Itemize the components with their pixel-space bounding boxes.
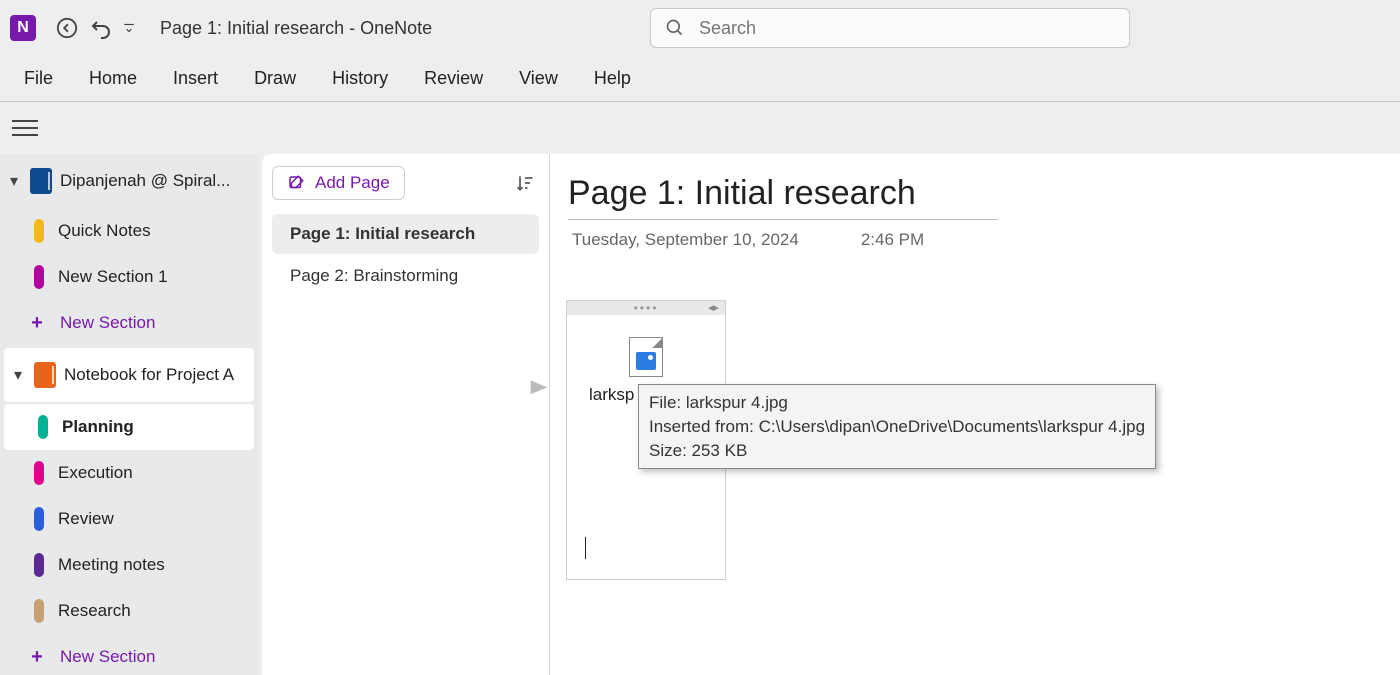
plus-icon: + <box>28 312 46 335</box>
undo-button[interactable] <box>84 11 118 45</box>
plus-icon: + <box>28 646 46 669</box>
title-bar: N Page 1: Initial research - OneNote <box>0 0 1400 56</box>
section-planning[interactable]: Planning <box>4 404 254 450</box>
drag-handle[interactable]: •••• ◂▸ <box>567 301 725 315</box>
section-label: Quick Notes <box>58 221 151 241</box>
search-icon <box>665 18 685 38</box>
menu-help[interactable]: Help <box>594 68 631 89</box>
notebook-spiral[interactable]: ▾ Dipanjenah @ Spiral... <box>0 154 258 208</box>
notebook-sidebar: ▾ Dipanjenah @ Spiral... Quick Notes New… <box>0 154 258 675</box>
notebook-project-a[interactable]: ▾ Notebook for Project A <box>4 348 254 402</box>
page-date: Tuesday, September 10, 2024 <box>572 230 799 250</box>
section-meeting-notes[interactable]: Meeting notes <box>0 542 258 588</box>
section-color-icon <box>34 219 44 243</box>
back-button[interactable] <box>50 11 84 45</box>
file-tooltip: File: larkspur 4.jpg Inserted from: C:\U… <box>638 384 1156 469</box>
menu-insert[interactable]: Insert <box>173 68 218 89</box>
main-area: ▾ Dipanjenah @ Spiral... Quick Notes New… <box>0 154 1400 675</box>
page-content[interactable]: Page 1: Initial research Tuesday, Septem… <box>550 154 1400 675</box>
image-glyph-icon <box>636 352 656 370</box>
file-attachment-icon[interactable] <box>629 337 663 377</box>
page-datetime: Tuesday, September 10, 2024 2:46 PM <box>568 230 1382 250</box>
page-item-brainstorming[interactable]: Page 2: Brainstorming <box>272 256 539 296</box>
insert-indicator-icon: ▶ <box>531 376 548 397</box>
sort-pages-button[interactable] <box>511 169 539 197</box>
section-label: Planning <box>62 417 134 437</box>
section-execution[interactable]: Execution <box>0 450 258 496</box>
section-label: Research <box>58 601 131 621</box>
menu-file[interactable]: File <box>24 68 53 89</box>
navigation-toggle-icon[interactable] <box>12 115 38 141</box>
tooltip-size-line: Size: 253 KB <box>649 439 1145 463</box>
section-color-icon <box>34 599 44 623</box>
menu-home[interactable]: Home <box>89 68 137 89</box>
section-color-icon <box>34 265 44 289</box>
search-box[interactable] <box>650 8 1130 48</box>
resize-handle-icon[interactable]: ◂▸ <box>708 301 719 314</box>
pages-panel: Add Page Page 1: Initial research Page 2… <box>262 154 550 675</box>
notebook-icon <box>34 362 56 388</box>
page-time: 2:46 PM <box>861 230 924 250</box>
notebook-label: Notebook for Project A <box>64 365 248 385</box>
chevron-down-icon: ▾ <box>10 365 26 385</box>
menu-bar: File Home Insert Draw History Review Vie… <box>0 56 1400 102</box>
section-label: Execution <box>58 463 133 483</box>
tooltip-file-line: File: larkspur 4.jpg <box>649 391 1145 415</box>
app-icon: N <box>10 15 36 41</box>
add-page-button[interactable]: Add Page <box>272 166 405 200</box>
section-research[interactable]: Research <box>0 588 258 634</box>
search-input[interactable] <box>699 18 1115 39</box>
page-title[interactable]: Page 1: Initial research <box>568 174 998 220</box>
section-quick-notes[interactable]: Quick Notes <box>0 208 258 254</box>
text-cursor <box>585 537 586 559</box>
tooltip-path-line: Inserted from: C:\Users\dipan\OneDrive\D… <box>649 415 1145 439</box>
window-title: Page 1: Initial research - OneNote <box>160 18 432 39</box>
section-color-icon <box>34 461 44 485</box>
notebook-icon <box>30 168 52 194</box>
add-section-label: New Section <box>60 313 155 333</box>
compose-icon <box>287 174 305 192</box>
section-label: Meeting notes <box>58 555 165 575</box>
section-color-icon <box>38 415 48 439</box>
section-new-section-1[interactable]: New Section 1 <box>0 254 258 300</box>
notebook-label: Dipanjenah @ Spiral... <box>60 171 252 191</box>
add-page-label: Add Page <box>315 173 390 193</box>
menu-draw[interactable]: Draw <box>254 68 296 89</box>
menu-history[interactable]: History <box>332 68 388 89</box>
section-color-icon <box>34 553 44 577</box>
add-section-label: New Section <box>60 647 155 667</box>
section-label: Review <box>58 509 114 529</box>
menu-view[interactable]: View <box>519 68 558 89</box>
add-section-button[interactable]: + New Section <box>0 300 258 346</box>
section-color-icon <box>34 507 44 531</box>
add-section-button[interactable]: + New Section <box>0 634 258 675</box>
section-review[interactable]: Review <box>0 496 258 542</box>
page-item-initial-research[interactable]: Page 1: Initial research <box>272 214 539 254</box>
drag-dots-icon: •••• <box>634 301 659 315</box>
section-label: New Section 1 <box>58 267 168 287</box>
menu-review[interactable]: Review <box>424 68 483 89</box>
ribbon-row <box>0 102 1400 154</box>
chevron-down-icon: ▾ <box>6 171 22 191</box>
quick-access-dropdown[interactable] <box>118 11 140 45</box>
